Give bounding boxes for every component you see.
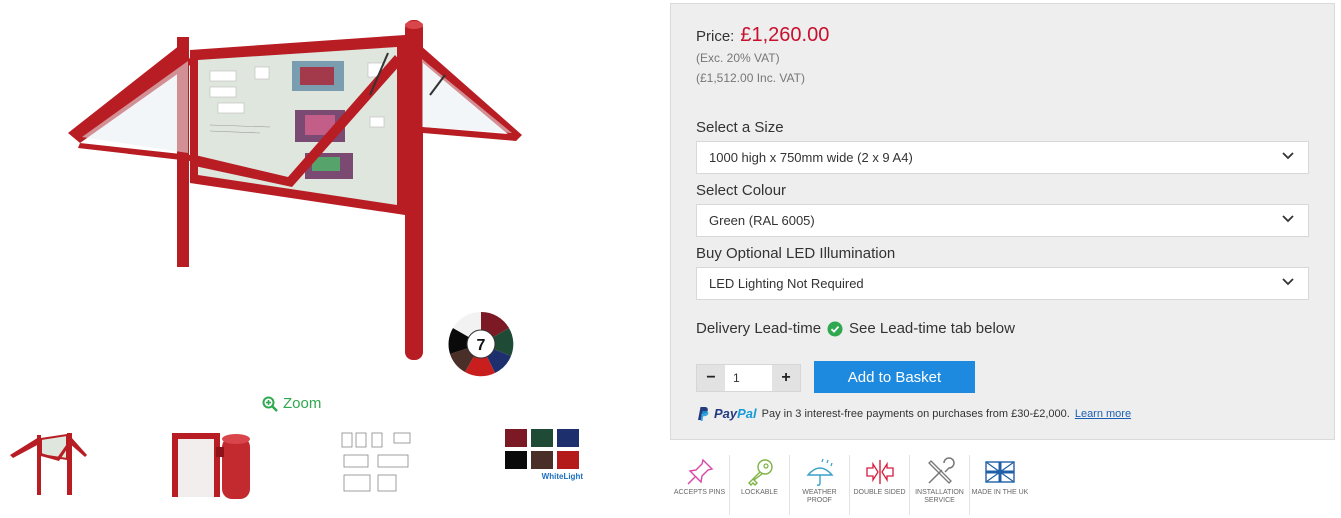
purchase-panel: Price: £1,260.00 (Exc. 20% VAT) (£1,512.… [670,3,1335,440]
colour-swatch [531,429,553,447]
chevron-down-icon [1282,152,1294,160]
thumbnail-open-view[interactable] [5,425,90,500]
tools-icon [927,457,955,484]
colour-swatch [557,451,579,469]
colour-swatch [557,429,579,447]
colour-options-badge: 7 [448,311,514,377]
colour-count: 7 [477,337,486,354]
paypal-logo: PayPal [714,406,757,421]
quantity-decrease-button[interactable]: − [697,365,725,391]
thumbnail-brand: WhiteLight [541,472,583,481]
delivery-label: Delivery Lead-time [696,320,822,337]
feature-double-sided: DOUBLE SIDED [850,455,910,515]
feature-label: MADE IN THE UK [971,489,1029,496]
swatch-grid [505,429,583,469]
paypal-logo-pay: Pay [714,406,738,421]
price-inc-vat: (£1,512.00 Inc. VAT) [696,71,805,85]
colour-swatch [505,429,527,447]
paypal-message: PayPal Pay in 3 interest-free payments o… [696,406,1131,421]
paypal-logo-pal: Pal [737,406,757,421]
chevron-down-icon [1282,215,1294,223]
feature-icons: ACCEPTS PINS LOCKABLE WEATHER PROOF DOUB… [670,455,1030,515]
quantity-stepper: − + [696,364,801,392]
colour-select[interactable]: Green (RAL 6005) [696,204,1309,237]
key-icon [747,459,773,486]
feature-installation-service: INSTALLATION SERVICE [910,455,970,515]
weather-icon [805,458,834,486]
chevron-down-icon [1282,278,1294,286]
colour-swatch [531,451,553,469]
quantity-input[interactable] [725,365,772,391]
price-row: Price: £1,260.00 [696,24,829,47]
thumbnail-strip: WhiteLight [0,425,640,500]
feature-made-in-uk: MADE IN THE UK [970,455,1030,515]
delivery-text: See Lead-time tab below [849,320,1015,337]
uk-flag-icon [985,461,1015,483]
colour-label: Select Colour [696,182,787,199]
colour-swatch [505,451,527,469]
paypal-icon [698,407,709,421]
paypal-text: Pay in 3 interest-free payments on purch… [761,407,1070,420]
size-select[interactable]: 1000 high x 750mm wide (2 x 9 A4) [696,141,1309,174]
check-circle-icon [827,321,843,336]
led-select[interactable]: LED Lighting Not Required [696,267,1309,300]
product-gallery: 7 Zoom WhiteLight [0,0,640,518]
zoom-label: Zoom [283,395,322,412]
add-to-basket-button[interactable]: Add to Basket [814,361,975,393]
right-post [405,20,423,360]
learn-more-link[interactable]: Learn more [1075,408,1131,420]
feature-accepts-pins: ACCEPTS PINS [670,455,730,515]
feature-label: INSTALLATION SERVICE [915,489,964,504]
led-select-value: LED Lighting Not Required [709,276,864,291]
thumbnail-closeup[interactable] [172,425,252,500]
size-label: Select a Size [696,119,784,136]
price-exc-vat: (Exc. 20% VAT) [696,51,780,65]
quantity-increase-button[interactable]: + [772,365,800,391]
price-label: Price: [696,28,735,45]
thumbnail-colour-swatches[interactable]: WhiteLight [505,429,583,495]
pin-icon [687,458,713,485]
zoom-link[interactable]: Zoom [262,395,321,412]
thumbnail-size-diagram[interactable] [338,425,418,500]
zoom-in-icon [262,396,278,412]
feature-label: ACCEPTS PINS [673,489,726,496]
size-select-value: 1000 high x 750mm wide (2 x 9 A4) [709,150,913,165]
colour-select-value: Green (RAL 6005) [709,213,815,228]
feature-lockable: LOCKABLE [730,455,790,515]
price-value: £1,260.00 [740,24,830,46]
feature-label: WEATHER PROOF [802,489,837,504]
delivery-lead-time: Delivery Lead-time See Lead-time tab bel… [696,320,1015,337]
feature-label: DOUBLE SIDED [853,489,906,496]
feature-weather-proof: WEATHER PROOF [790,455,850,515]
feature-label: LOCKABLE [741,489,778,496]
led-label: Buy Optional LED Illumination [696,245,896,262]
double-sided-icon [865,460,894,484]
